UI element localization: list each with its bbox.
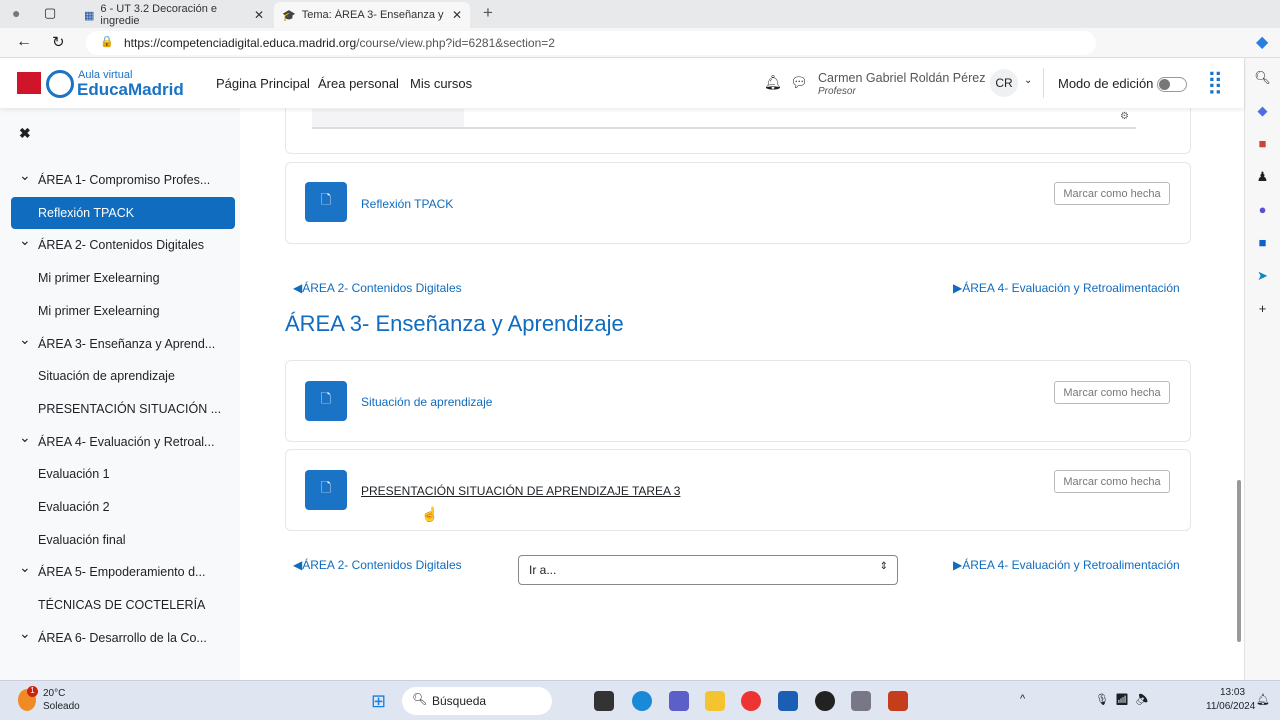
m365-icon[interactable]: ● bbox=[1245, 202, 1280, 223]
sidebar-activity[interactable]: Situación de aprendizaje bbox=[11, 360, 235, 392]
activity-reflexion-tpack: 🗋 Reflexión TPACK Marcar como hecha bbox=[285, 162, 1191, 244]
briefcase-icon[interactable]: ■ bbox=[1245, 136, 1280, 157]
nav-dashboard[interactable]: Área personal bbox=[318, 76, 399, 91]
hand-cursor-icon: ☝ bbox=[421, 506, 439, 522]
reload-icon[interactable]: ↻ bbox=[52, 33, 65, 51]
madrid-flag-logo bbox=[17, 72, 41, 94]
windows-start-icon[interactable]: ⊞ bbox=[371, 691, 391, 711]
chrome-icon[interactable] bbox=[741, 691, 761, 711]
close-tab-icon[interactable]: ✕ bbox=[254, 8, 264, 22]
edge-icon[interactable] bbox=[632, 691, 652, 711]
add-icon[interactable]: + bbox=[1245, 301, 1280, 322]
site-header: Aula virtual EducaMadrid Página Principa… bbox=[0, 58, 1244, 108]
copilot-icon[interactable]: ◆ bbox=[1256, 32, 1268, 52]
taskbar-search[interactable]: 🔍︎ Búsqueda bbox=[402, 687, 552, 715]
select-arrows-icon: ⇕ bbox=[879, 561, 888, 572]
settings-icon[interactable] bbox=[851, 691, 871, 711]
educamadrid-logo-icon bbox=[46, 70, 74, 98]
course-index: ✖ ÁREA 1- Compromiso Profes...Reflexión … bbox=[0, 108, 240, 680]
next-section-link[interactable]: ▶ÁREA 4- Evaluación y Retroalimentación bbox=[953, 281, 1180, 295]
address-bar-row: ← ↻ 🔒 https://competenciadigital.educa.ma… bbox=[0, 28, 1280, 58]
search-icon: 🔍︎ bbox=[412, 692, 428, 706]
activity-situacion: 🗋 Situación de aprendizaje Marcar como h… bbox=[285, 360, 1191, 442]
close-tab-icon[interactable]: ✕ bbox=[452, 8, 462, 22]
tab-area3[interactable]: 🎓Tema: ÁREA 3- Enseñanza y Apre✕ bbox=[274, 2, 470, 28]
site-logo[interactable]: EducaMadrid bbox=[77, 80, 184, 100]
profile-icon[interactable]: ● bbox=[12, 5, 20, 21]
edit-mode-toggle[interactable] bbox=[1157, 77, 1187, 92]
sidebar-section[interactable]: ÁREA 5- Empoderamiento d... bbox=[11, 556, 235, 588]
course-content: ⚙ 🗋 Reflexión TPACK Marcar como hecha ◀Á… bbox=[240, 108, 1244, 680]
sidebar-activity[interactable]: Mi primer Exelearning bbox=[11, 295, 235, 327]
outlook-icon[interactable]: ■ bbox=[1245, 235, 1280, 256]
lock-icon: 🔒 bbox=[100, 36, 114, 48]
chess-icon[interactable]: ♟ bbox=[1245, 169, 1280, 190]
system-tray-icons[interactable]: 🎙︎📶︎🔈︎ bbox=[1095, 693, 1155, 706]
new-tab-icon[interactable]: + bbox=[483, 3, 493, 23]
page-icon: 🗋 bbox=[305, 470, 347, 510]
previous-card: ⚙ bbox=[285, 108, 1191, 154]
mortarboard-icon: 🎓 bbox=[282, 9, 296, 22]
sidebar-activity[interactable]: Evaluación 2 bbox=[11, 491, 235, 523]
obs-icon[interactable] bbox=[815, 691, 835, 711]
avatar[interactable]: CR bbox=[990, 69, 1018, 97]
bell-icon[interactable]: 🔔︎ bbox=[764, 74, 782, 91]
sidebar-section[interactable]: ÁREA 1- Compromiso Profes... bbox=[11, 164, 235, 196]
gear-icon[interactable]: ⚙ bbox=[1120, 111, 1129, 122]
teams-icon[interactable] bbox=[669, 691, 689, 711]
sidebar-section[interactable]: ÁREA 4- Evaluación y Retroal... bbox=[11, 426, 235, 458]
nav-home[interactable]: Página Principal bbox=[216, 76, 310, 91]
page-icon: 🗋 bbox=[305, 182, 347, 222]
clapper-icon: ▦ bbox=[84, 9, 95, 22]
mark-done-button[interactable]: Marcar como hecha bbox=[1054, 381, 1170, 404]
page-icon: 🗋 bbox=[305, 381, 347, 421]
nav-my-courses[interactable]: Mis cursos bbox=[410, 76, 472, 91]
taskview-icon[interactable] bbox=[594, 691, 614, 711]
mark-done-button[interactable]: Marcar como hecha bbox=[1054, 182, 1170, 205]
prev-section-link-bottom[interactable]: ◀ÁREA 2- Contenidos Digitales bbox=[293, 558, 462, 572]
search-icon[interactable]: 🔍︎ bbox=[1245, 70, 1280, 91]
taskbar: 1 20°C Soleado ⊞ 🔍︎ Búsqueda ^ 🎙︎📶︎🔈︎ 13:… bbox=[0, 680, 1280, 720]
store-icon[interactable] bbox=[778, 691, 798, 711]
browser-tab-bar: ● ▢ ▦ 6 - UT 3.2 Decoración e ingredie ✕ 🎓… bbox=[0, 0, 1280, 28]
prev-section-link[interactable]: ◀ÁREA 2- Contenidos Digitales bbox=[293, 281, 462, 295]
explorer-icon[interactable] bbox=[705, 691, 725, 711]
tag-icon[interactable]: ◆ bbox=[1245, 103, 1280, 124]
message-icon[interactable]: 💬︎ bbox=[790, 74, 808, 91]
sidebar-activity[interactable]: Evaluación final bbox=[11, 524, 235, 556]
page-scrollbar[interactable] bbox=[1237, 480, 1241, 642]
sidebar-activity[interactable]: Evaluación 1 bbox=[11, 458, 235, 490]
back-icon[interactable]: ← bbox=[16, 33, 32, 51]
notification-bell-icon[interactable]: 🔔︎ bbox=[1256, 693, 1270, 706]
tray-chevron-icon[interactable]: ^ bbox=[1020, 693, 1025, 705]
sidebar-section[interactable]: ÁREA 3- Enseñanza y Aprend... bbox=[11, 328, 235, 360]
sidebar-section[interactable]: ÁREA 2- Contenidos Digitales bbox=[11, 229, 235, 261]
sidebar-section[interactable]: ÁREA 6- Desarrollo de la Co... bbox=[11, 622, 235, 654]
sidebar-activity[interactable]: TÉCNICAS DE COCTELERÍA bbox=[11, 589, 235, 621]
sidebar-activity[interactable]: PRESENTACIÓN SITUACIÓN ... bbox=[11, 393, 235, 425]
apps-grid-icon[interactable]: ⣿ bbox=[1207, 69, 1223, 95]
browser-sidebar: 🔍︎ ◆ ■ ♟ ● ■ ➤ + bbox=[1244, 58, 1280, 680]
jump-to-select[interactable]: Ir a... ⇕ bbox=[518, 555, 898, 585]
next-section-link-bottom[interactable]: ▶ÁREA 4- Evaluación y Retroalimentación bbox=[953, 558, 1180, 572]
sidebar-activity[interactable]: Mi primer Exelearning bbox=[11, 262, 235, 294]
close-drawer-icon[interactable]: ✖ bbox=[19, 125, 31, 142]
sidebar-activity[interactable]: Reflexión TPACK bbox=[11, 196, 235, 229]
chevron-down-icon[interactable]: ⌄ bbox=[1024, 75, 1032, 86]
send-icon[interactable]: ➤ bbox=[1245, 268, 1280, 289]
tab-actions-icon[interactable]: ▢ bbox=[44, 5, 56, 21]
section-title: ÁREA 3- Enseñanza y Aprendizaje bbox=[285, 311, 624, 336]
tab-ut32[interactable]: ▦ 6 - UT 3.2 Decoración e ingredie ✕ bbox=[76, 2, 272, 28]
url-input[interactable]: 🔒 https://competenciadigital.educa.madrid… bbox=[86, 31, 1096, 55]
powerpoint-icon[interactable] bbox=[888, 691, 908, 711]
mark-done-button[interactable]: Marcar como hecha bbox=[1054, 470, 1170, 493]
